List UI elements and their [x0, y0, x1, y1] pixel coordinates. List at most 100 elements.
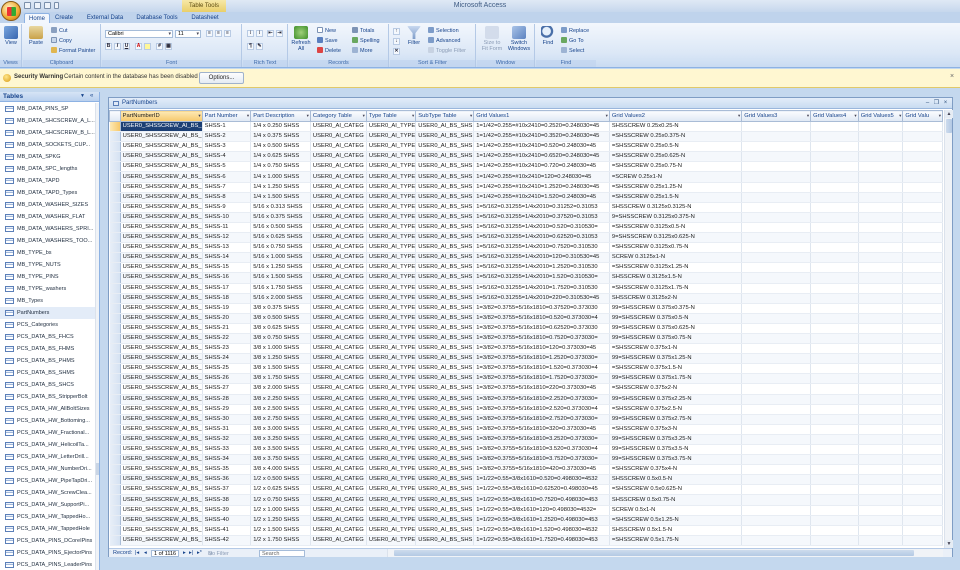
- table-cell[interactable]: [810, 394, 859, 405]
- table-cell[interactable]: [810, 232, 859, 244]
- table-cell[interactable]: [858, 454, 904, 466]
- table-cell[interactable]: SHSS-22: [202, 333, 252, 345]
- table-cell[interactable]: SHSSCREW 0.5x1.5-N: [609, 525, 743, 536]
- toggle-filter-button[interactable]: Toggle Filter: [428, 47, 466, 55]
- table-cell[interactable]: [902, 171, 943, 183]
- table-cell[interactable]: [858, 202, 904, 213]
- table-row[interactable]: USER0_SHSSCREW_AI_BS_ SHSS-34 3/8 x 3.750 …: [109, 454, 943, 466]
- table-cell[interactable]: USER0_AI_TYPE: [366, 313, 417, 324]
- table-cell[interactable]: SHSS-39: [202, 505, 252, 516]
- table-cell[interactable]: SHSS-17: [202, 283, 252, 294]
- nav-item-table[interactable]: PCS_DATA_BS_SHCS: [0, 379, 95, 391]
- table-cell[interactable]: [858, 212, 904, 223]
- table-row[interactable]: USER0_SHSSCREW_AI_BS_ SHSS-31 3/8 x 3.000 …: [109, 424, 943, 435]
- table-cell[interactable]: [858, 363, 904, 375]
- table-cell[interactable]: USER0_AI_TYPE: [366, 444, 417, 456]
- nav-item-table[interactable]: MB_DATA_TAPD: [0, 175, 95, 187]
- table-cell[interactable]: USER0_AI_TYPE: [366, 121, 417, 133]
- table-cell[interactable]: SHSS-13: [202, 242, 252, 254]
- table-row[interactable]: USER0_SHSSCREW_AI_BS_ SHSS-39 1/2 x 1.000 …: [109, 505, 943, 516]
- table-cell[interactable]: [902, 494, 943, 506]
- table-cell[interactable]: [902, 323, 943, 334]
- search-field[interactable]: Search: [259, 550, 305, 557]
- table-cell[interactable]: 1/4 x 1.250 SHSS: [250, 182, 311, 193]
- select-button[interactable]: Select: [561, 47, 584, 55]
- table-cell[interactable]: USER0_AI_BS_SHS: [415, 171, 475, 183]
- table-cell[interactable]: 1=3/82=0.3755=5/16x1810=0.7520=0.373030=: [473, 333, 610, 345]
- record-selector[interactable]: [109, 515, 121, 526]
- record-selector[interactable]: [109, 262, 121, 274]
- table-cell[interactable]: USER0_AI_TYPE: [366, 383, 417, 395]
- table-cell[interactable]: 99=SHSSCREW 0.375x0.5-N: [609, 313, 743, 324]
- table-cell[interactable]: SHSS-38: [202, 494, 252, 506]
- table-cell[interactable]: 3/8 x 1.000 SHSS: [250, 343, 311, 355]
- table-cell[interactable]: [741, 262, 812, 274]
- table-cell[interactable]: 1=1/22=0.55=3/8x1610=1.520=0.498030=4532: [473, 525, 610, 536]
- table-cell[interactable]: =SHSSCREW 0.3125x1.75-N: [609, 283, 743, 294]
- table-cell[interactable]: SHSSCREW 0.5x0.5-N: [609, 474, 743, 486]
- align-left-icon[interactable]: ≡: [206, 30, 213, 37]
- table-cell[interactable]: USER0_AI_CATEG: [310, 121, 367, 133]
- table-cell[interactable]: [810, 464, 859, 476]
- table-cell[interactable]: 1=1/22=0.55=3/8x1610=0.62520=0.498030=45: [473, 484, 610, 496]
- table-cell[interactable]: USER0_SHSSCREW_AI_BS_: [120, 394, 203, 405]
- table-cell[interactable]: 5/16 x 1.750 SHSS: [250, 283, 311, 294]
- table-cell[interactable]: USER0_AI_BS_SHS: [415, 293, 475, 304]
- table-cell[interactable]: USER0_AI_CATEG: [310, 212, 367, 223]
- table-cell[interactable]: [858, 383, 904, 395]
- nav-item-table[interactable]: PCS_DATA_PINS_LeaderPins: [0, 559, 95, 570]
- security-options-button[interactable]: Options...: [199, 72, 244, 84]
- table-cell[interactable]: USER0_AI_CATEG: [310, 424, 367, 435]
- table-cell[interactable]: USER0_AI_TYPE: [366, 323, 417, 334]
- record-selector[interactable]: [109, 283, 121, 294]
- table-cell[interactable]: [858, 535, 904, 546]
- table-cell[interactable]: [858, 293, 904, 304]
- table-cell[interactable]: [902, 161, 943, 173]
- table-cell[interactable]: USER0_AI_BS_SHS: [415, 434, 475, 446]
- table-cell[interactable]: USER0_SHSSCREW_AI_BS_: [120, 293, 203, 304]
- table-cell[interactable]: 3/8 x 2.250 SHSS: [250, 394, 311, 405]
- table-row[interactable]: USER0_SHSSCREW_AI_BS_ SHSS-29 3/8 x 2.500 …: [109, 404, 943, 415]
- table-cell[interactable]: SHSS-35: [202, 464, 252, 476]
- table-row[interactable]: USER0_SHSSCREW_AI_BS_ SHSS-7 1/4 x 1.250 S…: [109, 182, 943, 193]
- chevron-down-icon[interactable]: ▾: [307, 113, 309, 119]
- table-cell[interactable]: [810, 131, 859, 143]
- record-selector[interactable]: [109, 394, 121, 405]
- table-cell[interactable]: USER0_AI_TYPE: [366, 262, 417, 274]
- table-cell[interactable]: [810, 353, 859, 365]
- table-cell[interactable]: USER0_AI_CATEG: [310, 252, 367, 264]
- column-header[interactable]: PartNumberID ▾: [119, 110, 203, 122]
- table-cell[interactable]: SHSS-4: [202, 151, 252, 163]
- table-cell[interactable]: SHSS-41: [202, 525, 252, 536]
- table-cell[interactable]: [902, 232, 943, 244]
- table-cell[interactable]: 3/8 x 0.625 SHSS: [250, 323, 311, 334]
- table-cell[interactable]: [810, 121, 859, 133]
- table-cell[interactable]: [902, 383, 943, 395]
- table-cell[interactable]: USER0_AI_CATEG: [310, 383, 367, 395]
- table-cell[interactable]: USER0_AI_BS_SHS: [415, 212, 475, 223]
- italic-icon[interactable]: I: [114, 43, 121, 50]
- table-cell[interactable]: USER0_SHSSCREW_AI_BS_: [120, 474, 203, 486]
- table-cell[interactable]: [741, 505, 812, 516]
- table-cell[interactable]: [741, 474, 812, 486]
- table-cell[interactable]: =SHSSCREW 0.375x3-N: [609, 424, 743, 435]
- table-cell[interactable]: USER0_SHSSCREW_AI_BS_: [120, 323, 203, 334]
- table-cell[interactable]: USER0_AI_BS_SHS: [415, 373, 475, 385]
- table-cell[interactable]: SHSS-37: [202, 484, 252, 496]
- table-cell[interactable]: [810, 535, 859, 546]
- table-cell[interactable]: [810, 515, 859, 526]
- table-cell[interactable]: 1=5/162=0.31255=1/4x2010=0.31252=0.31053: [473, 202, 610, 213]
- chevron-down-icon[interactable]: ▾: [470, 113, 472, 119]
- table-cell[interactable]: [810, 262, 859, 274]
- table-cell[interactable]: [741, 151, 812, 163]
- table-cell[interactable]: 1=1/22=0.55=3/8x1610=1.2520=0.498030=453: [473, 515, 610, 526]
- table-cell[interactable]: USER0_SHSSCREW_AI_BS_: [120, 171, 203, 183]
- record-selector[interactable]: [109, 272, 121, 284]
- table-cell[interactable]: 1=1/22=0.55=3/8x1610=0.7520=0.498030=453: [473, 494, 610, 506]
- table-cell[interactable]: [741, 484, 812, 496]
- table-cell[interactable]: SHSS-28: [202, 394, 252, 405]
- record-selector[interactable]: [109, 484, 121, 496]
- table-cell[interactable]: USER0_AI_BS_SHS: [415, 494, 475, 506]
- table-cell[interactable]: =SHSSCREW 0.25x0.625-N: [609, 151, 743, 163]
- table-cell[interactable]: USER0_AI_TYPE: [366, 232, 417, 244]
